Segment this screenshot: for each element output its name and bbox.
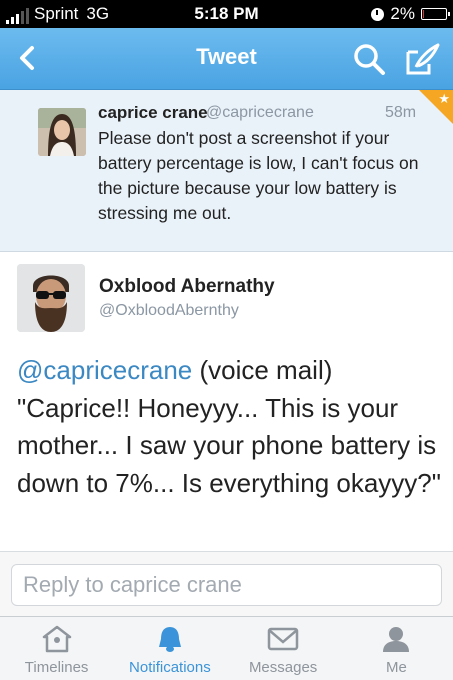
person-icon — [383, 627, 410, 652]
tweet-time: 58m — [385, 104, 417, 121]
author-handle[interactable]: @OxbloodAbernthy — [99, 302, 239, 320]
bell-icon — [158, 627, 181, 652]
reply-input[interactable] — [11, 564, 442, 606]
tab-messages[interactable]: Messages — [227, 617, 340, 680]
search-icon[interactable] — [352, 42, 386, 76]
compose-icon[interactable] — [404, 42, 440, 76]
tab-label: Timelines — [24, 659, 89, 676]
avatar-image — [17, 264, 85, 332]
tab-label: Messages — [248, 659, 318, 676]
battery-icon — [421, 8, 450, 20]
star-icon: ★ — [438, 91, 450, 106]
tab-me[interactable]: Me — [340, 617, 453, 680]
reply-bar — [0, 552, 453, 616]
tab-label: Me — [385, 659, 407, 676]
parent-tweet[interactable]: ★ caprice crane @capricecrane 58m Please… — [0, 90, 453, 252]
envelope-icon — [267, 627, 299, 651]
tweet-text: Please don't post a screenshot if your b… — [98, 128, 419, 223]
status-bar: Sprint 3G 5:18 PM 2% — [0, 0, 453, 28]
tweet-text: @capricecrane (voice mail) "Caprice!! Ho… — [17, 352, 442, 502]
tab-timelines[interactable]: Timelines — [0, 617, 113, 680]
avatar-image — [38, 108, 86, 156]
tab-bar: Timelines Notifications Messages Me — [0, 616, 453, 680]
status-right: 2% — [371, 4, 450, 24]
tab-notifications[interactable]: Notifications — [113, 617, 226, 680]
battery-percent: 2% — [390, 4, 415, 23]
author-handle[interactable]: @capricecrane — [206, 104, 314, 122]
avatar[interactable] — [17, 264, 85, 332]
avatar[interactable] — [38, 108, 86, 156]
nav-bar: Tweet — [0, 28, 453, 90]
tab-label: Notifications — [129, 659, 211, 676]
author-name[interactable]: caprice crane — [98, 103, 208, 123]
alarm-clock-icon — [371, 7, 385, 21]
home-icon — [42, 625, 71, 653]
mention-link[interactable]: @capricecrane — [17, 355, 192, 385]
author-name[interactable]: Oxblood Abernathy — [99, 276, 275, 298]
